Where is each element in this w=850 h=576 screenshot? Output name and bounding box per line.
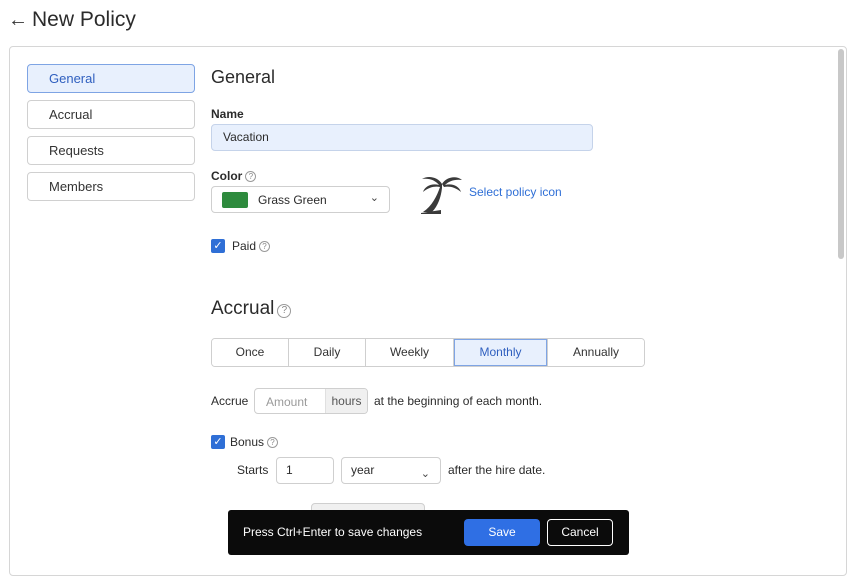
frequency-once[interactable]: Once xyxy=(212,339,289,366)
name-input[interactable]: Vacation xyxy=(211,124,593,151)
color-label-text: Color xyxy=(211,169,243,183)
amount-placeholder: Amount xyxy=(266,395,308,409)
save-button[interactable]: Save xyxy=(464,519,540,546)
toast-message: Press Ctrl+Enter to save changes xyxy=(243,525,423,539)
save-toast: Press Ctrl+Enter to save changes Save Ca… xyxy=(228,510,629,555)
color-label: Color? xyxy=(211,169,257,183)
chevron-down-icon: ⌄ xyxy=(369,192,379,204)
help-icon[interactable]: ? xyxy=(277,304,292,318)
cancel-button[interactable]: Cancel xyxy=(547,519,613,546)
select-policy-icon-link[interactable]: Select policy icon xyxy=(469,185,562,199)
accrue-label: Accrue xyxy=(211,394,249,408)
general-heading: General xyxy=(211,67,276,87)
name-label: Name xyxy=(211,107,244,121)
starts-unit-select[interactable]: year ⌄ xyxy=(341,457,441,484)
accrue-suffix: at the beginning of each month. xyxy=(374,394,543,408)
help-icon[interactable]: ? xyxy=(245,171,257,182)
accrual-heading: Accrual? xyxy=(211,298,292,320)
palm-tree-icon[interactable] xyxy=(420,172,464,214)
starts-unit-value: year xyxy=(351,463,375,477)
amount-unit: hours xyxy=(325,389,367,413)
bonus-label-text: Bonus xyxy=(230,435,265,449)
paid-label-text: Paid xyxy=(232,239,257,253)
accrual-heading-text: Accrual xyxy=(211,298,275,319)
page-title: New Policy xyxy=(32,8,136,31)
bonus-checkbox[interactable]: ✓ xyxy=(211,435,225,449)
starts-suffix: after the hire date. xyxy=(448,463,546,477)
chevron-down-icon: ⌄ xyxy=(420,468,430,480)
scrollbar[interactable] xyxy=(838,49,844,259)
paid-label: Paid? xyxy=(232,239,271,253)
nav-item-requests[interactable]: Requests xyxy=(27,136,195,165)
amount-input[interactable]: Amount hours xyxy=(254,388,368,414)
top-bar: ← New Policy xyxy=(0,0,850,44)
frequency-selector: Once Daily Weekly Monthly Annually xyxy=(211,338,645,367)
paid-checkbox[interactable]: ✓ xyxy=(211,239,225,253)
frequency-daily[interactable]: Daily xyxy=(289,339,366,366)
frequency-weekly[interactable]: Weekly xyxy=(366,339,454,366)
starts-label: Starts xyxy=(237,463,269,477)
color-select[interactable]: Grass Green ⌄ xyxy=(211,186,390,213)
color-swatch xyxy=(222,192,248,208)
policy-panel: General Accrual Requests Members General… xyxy=(9,46,847,576)
frequency-monthly[interactable]: Monthly xyxy=(454,339,548,366)
help-icon[interactable]: ? xyxy=(259,241,271,252)
nav-item-general[interactable]: General xyxy=(27,64,195,93)
help-icon[interactable]: ? xyxy=(267,437,279,448)
nav-item-accrual[interactable]: Accrual xyxy=(27,100,195,129)
frequency-annually[interactable]: Annually xyxy=(548,339,644,366)
bonus-label: Bonus? xyxy=(230,435,279,449)
arrow-left-icon[interactable]: ← xyxy=(8,9,28,31)
starts-value-input[interactable]: 1 xyxy=(276,457,334,484)
color-select-value: Grass Green xyxy=(258,193,327,207)
nav-item-members[interactable]: Members xyxy=(27,172,195,201)
